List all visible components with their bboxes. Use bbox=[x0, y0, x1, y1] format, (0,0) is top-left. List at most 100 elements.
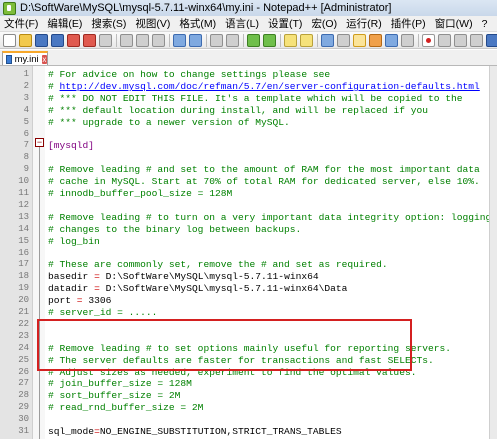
save-macro-icon[interactable] bbox=[486, 33, 497, 47]
code-line[interactable]: 1 # For advice on how to change settings … bbox=[0, 69, 490, 80]
url-link[interactable]: http://dev.mysql.com/doc/refman/5.7/en/s… bbox=[60, 81, 480, 92]
open-file-icon[interactable] bbox=[19, 33, 32, 47]
code-line[interactable]: 15 # log_bin bbox=[0, 236, 490, 247]
menu-format[interactable]: 格式(M) bbox=[175, 16, 221, 31]
code-line[interactable]: 31 sql_mode=NO_ENGINE_SUBSTITUTION,STRICT… bbox=[0, 426, 490, 437]
word-wrap-icon[interactable] bbox=[321, 33, 334, 47]
stop-recording-icon[interactable] bbox=[438, 33, 451, 47]
menu-view[interactable]: 视图(V) bbox=[131, 16, 175, 31]
document-map-icon[interactable] bbox=[385, 33, 398, 47]
sync-vertical-icon[interactable] bbox=[284, 33, 297, 47]
code-line[interactable]: 3 # *** DO NOT EDIT THIS FILE. It's a tem… bbox=[0, 93, 490, 104]
annotation-highlight-box bbox=[37, 319, 412, 371]
code-line[interactable]: 18 basedir = D:\SoftWare\MySQL\mysql-5.7.… bbox=[0, 271, 490, 282]
tab-close-icon[interactable]: x bbox=[41, 54, 47, 64]
menu-run[interactable]: 运行(R) bbox=[342, 16, 387, 31]
close-all-icon[interactable] bbox=[83, 33, 96, 47]
line-number: 26 bbox=[18, 366, 29, 377]
line-number: 12 bbox=[18, 199, 29, 210]
vertical-scrollbar[interactable] bbox=[489, 66, 497, 439]
save-all-icon[interactable] bbox=[51, 33, 64, 47]
code-line[interactable]: 27 # join_buffer_size = 128M bbox=[0, 378, 490, 389]
line-number: 20 bbox=[18, 295, 29, 306]
find-icon[interactable] bbox=[210, 33, 223, 47]
code-line[interactable]: 16 bbox=[0, 248, 490, 259]
function-list-icon[interactable] bbox=[401, 33, 414, 47]
replace-icon[interactable] bbox=[226, 33, 239, 47]
code-line[interactable]: 29 # read_rnd_buffer_size = 2M bbox=[0, 402, 490, 413]
redo-icon[interactable] bbox=[189, 33, 202, 47]
menu-language[interactable]: 语言(L) bbox=[221, 16, 264, 31]
menu-bar: 文件(F) 编辑(E) 搜索(S) 视图(V) 格式(M) 语言(L) 设置(T… bbox=[0, 16, 497, 32]
line-content: [mysqld] bbox=[48, 140, 95, 152]
code-line[interactable]: 21 # server_id = ..... bbox=[0, 307, 490, 318]
code-line[interactable]: 20 port = 3306 bbox=[0, 295, 490, 306]
toolbar-separator bbox=[317, 33, 318, 47]
close-file-icon[interactable] bbox=[67, 33, 80, 47]
code-line[interactable]: 5 # *** upgrade to a newer version of MyS… bbox=[0, 117, 490, 128]
code-line[interactable]: 12 bbox=[0, 200, 490, 211]
code-line[interactable]: 19 datadir = D:\SoftWare\MySQL\mysql-5.7.… bbox=[0, 283, 490, 294]
line-number: 10 bbox=[18, 176, 29, 187]
menu-settings[interactable]: 设置(T) bbox=[264, 16, 307, 31]
menu-window[interactable]: 窗口(W) bbox=[431, 16, 478, 31]
new-file-icon[interactable] bbox=[3, 33, 16, 47]
menu-search[interactable]: 搜索(S) bbox=[87, 16, 131, 31]
cut-icon[interactable] bbox=[120, 33, 133, 47]
line-number: 13 bbox=[18, 211, 29, 222]
toolbar-separator bbox=[116, 33, 117, 47]
config-key: port bbox=[48, 295, 72, 307]
line-content: # *** default location during install, a… bbox=[48, 104, 428, 116]
code-line[interactable]: 11 # innodb_buffer_pool_size = 128M bbox=[0, 188, 490, 199]
line-content: # log_bin bbox=[48, 235, 100, 247]
line-content: # *** upgrade to a newer version of MySQ… bbox=[48, 116, 290, 128]
menu-plugins[interactable]: 插件(P) bbox=[387, 16, 431, 31]
editor-area[interactable]: − 1 # For advice on how to change setting… bbox=[0, 66, 490, 439]
close-document-button[interactable]: X bbox=[492, 18, 497, 30]
code-line[interactable]: 30 bbox=[0, 414, 490, 425]
run-macro-multiple-icon[interactable] bbox=[470, 33, 483, 47]
sync-horizontal-icon[interactable] bbox=[300, 33, 313, 47]
code-line[interactable]: 8 bbox=[0, 152, 490, 163]
code-line[interactable]: 4 # *** default location during install, … bbox=[0, 105, 490, 116]
undo-icon[interactable] bbox=[173, 33, 186, 47]
show-all-characters-icon[interactable] bbox=[337, 33, 350, 47]
code-line[interactable]: 2 # http://dev.mysql.com/doc/refman/5.7/e… bbox=[0, 81, 490, 92]
line-content: # cache in MySQL. Start at 70% of total … bbox=[48, 176, 480, 188]
code-line[interactable]: 10 # cache in MySQL. Start at 70% of tota… bbox=[0, 176, 490, 187]
code-line[interactable]: 28 # sort_buffer_size = 2M bbox=[0, 390, 490, 401]
save-icon[interactable] bbox=[35, 33, 48, 47]
assignment-operator: = bbox=[88, 283, 106, 295]
assignment-operator: = bbox=[71, 295, 89, 307]
paste-icon[interactable] bbox=[152, 33, 165, 47]
copy-icon[interactable] bbox=[136, 33, 149, 47]
record-macro-icon[interactable] bbox=[422, 33, 435, 47]
code-line[interactable]: 17 # These are commonly set, remove the #… bbox=[0, 259, 490, 270]
play-macro-icon[interactable] bbox=[454, 33, 467, 47]
line-number: 21 bbox=[18, 307, 29, 317]
toolbar-separator bbox=[280, 33, 281, 47]
zoom-out-icon[interactable] bbox=[263, 33, 276, 47]
line-number: 31 bbox=[18, 426, 29, 436]
user-language-icon[interactable] bbox=[369, 33, 382, 47]
line-number: 22 bbox=[18, 318, 29, 329]
code-line[interactable]: 6 bbox=[0, 129, 490, 140]
menu-help[interactable]: ? bbox=[478, 18, 493, 30]
tab-my-ini[interactable]: my.ini x bbox=[2, 51, 48, 65]
code-line[interactable]: 14 # changes to the binary log between ba… bbox=[0, 224, 490, 235]
code-line[interactable]: 9 # Remove leading # and set to the amoun… bbox=[0, 164, 490, 175]
config-value: D:\SoftWare\MySQL\mysql-5.7.11-winx64 bbox=[105, 271, 319, 283]
code-line[interactable]: 7 [mysqld] bbox=[0, 140, 490, 151]
menu-file[interactable]: 文件(F) bbox=[0, 16, 43, 31]
code-line[interactable]: 13 # Remove leading # to turn on a very i… bbox=[0, 212, 490, 223]
line-content: # *** DO NOT EDIT THIS FILE. It's a temp… bbox=[48, 92, 463, 104]
line-content: # server_id = ..... bbox=[48, 307, 158, 318]
line-content: # http://dev.mysql.com/doc/refman/5.7/en… bbox=[48, 81, 480, 92]
title-bar[interactable]: D:\SoftWare\MySQL\mysql-5.7.11-winx64\my… bbox=[0, 0, 497, 17]
menu-edit[interactable]: 编辑(E) bbox=[43, 16, 87, 31]
print-icon[interactable] bbox=[99, 33, 112, 47]
toolbar bbox=[0, 32, 497, 49]
indent-guide-icon[interactable] bbox=[353, 33, 366, 47]
zoom-in-icon[interactable] bbox=[247, 33, 260, 47]
menu-macro[interactable]: 宏(O) bbox=[307, 16, 342, 31]
